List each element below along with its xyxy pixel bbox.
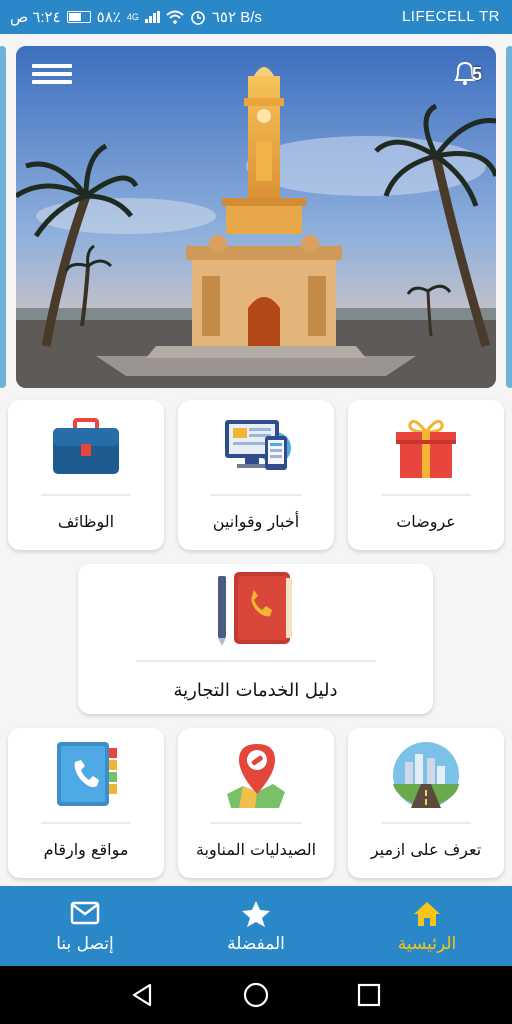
tile-places-numbers-label: مواقع وارقام (43, 840, 129, 859)
tile-offers[interactable]: عروضات (348, 400, 504, 550)
bottom-navigation: الرئيسية المفضلة إتصل بنا (0, 886, 512, 966)
tile-business-directory[interactable]: دليل الخدمات التجارية (78, 564, 433, 714)
tile-pharmacies[interactable]: الصيدليات المناوبة (178, 728, 334, 878)
tile-pharmacies-label: الصيدليات المناوبة (195, 840, 317, 859)
network-speed: ٦٥٢ B/s (211, 9, 262, 26)
tile-divider (41, 494, 131, 496)
briefcase-icon (53, 418, 119, 474)
nav-contact[interactable]: إتصل بنا (0, 886, 170, 966)
tile-news[interactable]: أخبار وقوانين (178, 400, 334, 550)
nav-favorites[interactable]: المفضلة (171, 886, 341, 966)
menu-button[interactable] (32, 60, 72, 90)
tile-places-numbers[interactable]: مواقع وارقام (8, 728, 164, 878)
star-icon (242, 901, 270, 927)
gift-icon (396, 419, 456, 478)
notification-count: 5 (471, 64, 482, 84)
city-road-icon (393, 742, 459, 808)
tile-business-directory-label: دليل الخدمات التجارية (173, 680, 338, 701)
tile-divider (381, 494, 471, 496)
hamburger-icon-line (32, 80, 72, 84)
system-navigation-bar (0, 966, 512, 1024)
carrier-name: LIFECELL TR (401, 8, 500, 25)
tile-divider (211, 822, 301, 824)
back-triangle-icon (132, 983, 152, 1007)
tile-divider (211, 494, 301, 496)
recents-button[interactable] (354, 980, 384, 1010)
hamburger-icon-line (32, 64, 72, 68)
map-pin-icon (227, 744, 285, 808)
status-left: ٦:٢٤ ص ٥٨٪ 4G ٦٥٢ B/s (10, 8, 262, 26)
status-bar: ٦:٢٤ ص ٥٨٪ 4G ٦٥٢ B/s LIFECELL TR (0, 0, 512, 34)
phonebook-icon (217, 572, 292, 646)
signal-icon (144, 11, 160, 23)
address-book-icon (57, 742, 117, 806)
carousel-prev-peek[interactable] (0, 46, 6, 388)
nav-contact-label: إتصل بنا (56, 934, 114, 954)
back-button[interactable] (128, 980, 158, 1010)
hero-banner[interactable]: 5 (16, 46, 496, 388)
tile-jobs-label: الوظائف (57, 512, 115, 531)
hamburger-icon-line (32, 72, 72, 76)
nav-favorites-label: المفضلة (227, 934, 285, 954)
tile-about-izmir[interactable]: تعرف على ازمير (348, 728, 504, 878)
tile-divider (41, 822, 131, 824)
carousel-next-peek[interactable] (506, 46, 512, 388)
main-content: 5 عروضات أخبار وقوانين الوظائف دليل الخد… (0, 34, 512, 886)
tile-divider (381, 822, 471, 824)
news-devices-icon (225, 420, 291, 470)
home-icon (414, 902, 440, 926)
battery-icon (66, 11, 91, 23)
wifi-icon (166, 10, 184, 24)
mail-icon (70, 901, 100, 925)
home-system-button[interactable] (241, 980, 271, 1010)
recents-square-icon (357, 983, 381, 1007)
nav-home[interactable]: الرئيسية (342, 886, 512, 966)
clock: ٦:٢٤ ص (10, 9, 61, 26)
tile-news-label: أخبار وقوانين (212, 512, 300, 531)
alarm-icon (191, 11, 205, 25)
tile-divider (135, 660, 376, 662)
battery-level: ٥٨٪ (96, 9, 121, 26)
clock-tower-photo (16, 46, 496, 388)
home-circle-icon (243, 982, 269, 1008)
network-type: 4G (126, 12, 139, 22)
tile-offers-label: عروضات (396, 512, 456, 531)
nav-home-label: الرئيسية (397, 934, 457, 954)
tile-jobs[interactable]: الوظائف (8, 400, 164, 550)
tile-about-izmir-label: تعرف على ازمير (370, 840, 482, 859)
